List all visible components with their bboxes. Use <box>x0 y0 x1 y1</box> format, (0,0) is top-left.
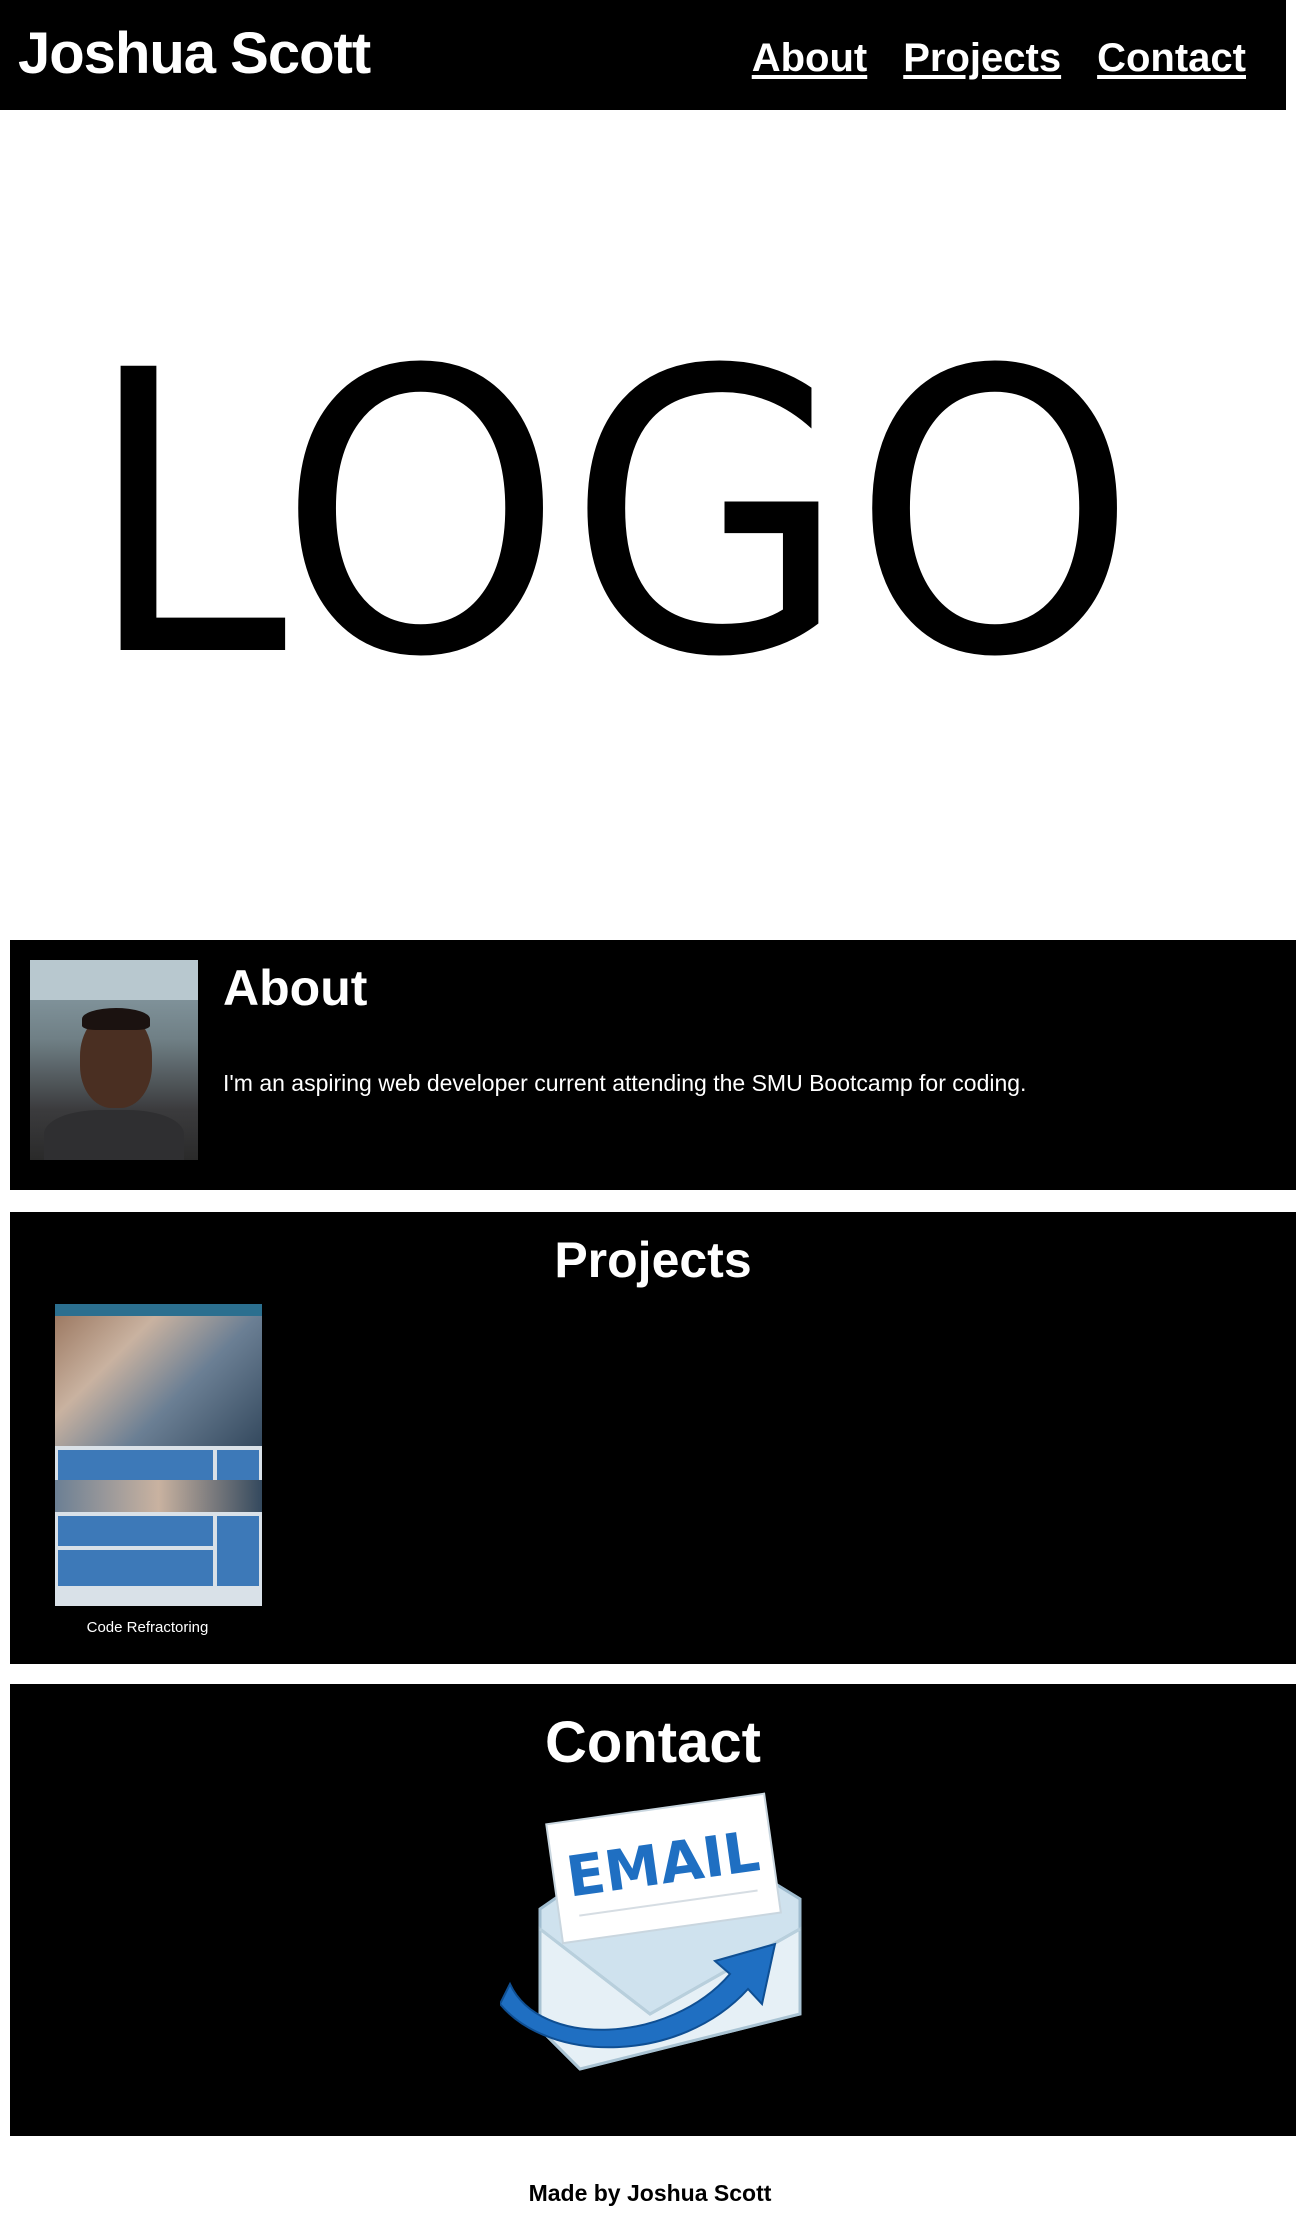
thumb-navbar <box>55 1304 262 1316</box>
about-section: About I'm an aspiring web developer curr… <box>10 940 1296 1190</box>
contact-section: Contact EMAIL <box>10 1684 1296 2136</box>
nav-link-projects[interactable]: Projects <box>903 32 1061 84</box>
thumb-sidebar-block <box>217 1516 259 1586</box>
photo-hair <box>82 1008 150 1030</box>
project-thumbnail[interactable] <box>55 1304 262 1606</box>
nav-link-about[interactable]: About <box>752 32 868 84</box>
thumb-content-block <box>58 1450 213 1480</box>
main-nav: About Projects Contact <box>752 32 1246 84</box>
thumb-hero-image <box>55 1316 262 1446</box>
site-title: Joshua Scott <box>18 21 371 86</box>
thumb-hero-image <box>55 1480 262 1512</box>
about-heading: About <box>223 960 368 1016</box>
project-card[interactable]: Code Refractoring <box>55 1304 262 1638</box>
thumb-content-block <box>58 1516 213 1546</box>
projects-section: Projects Code Refractoring <box>10 1212 1296 1664</box>
nav-link-contact[interactable]: Contact <box>1097 32 1246 84</box>
logo-area: LOGO <box>0 110 1300 940</box>
about-text: I'm an aspiring web developer current at… <box>223 1070 1027 1096</box>
contact-heading: Contact <box>545 1710 761 1775</box>
thumb-content-block <box>58 1550 213 1586</box>
profile-photo <box>30 960 198 1160</box>
logo-image: LOGO <box>85 288 1142 742</box>
projects-heading: Projects <box>554 1232 752 1288</box>
site-header: Joshua Scott About Projects Contact <box>0 0 1286 110</box>
email-icon[interactable]: EMAIL <box>500 1779 820 2079</box>
project-caption[interactable]: Code Refractoring <box>55 1618 262 1638</box>
site-footer: Made by Joshua Scott <box>528 2180 772 2206</box>
photo-background <box>30 960 198 1000</box>
photo-shirt <box>44 1110 184 1160</box>
